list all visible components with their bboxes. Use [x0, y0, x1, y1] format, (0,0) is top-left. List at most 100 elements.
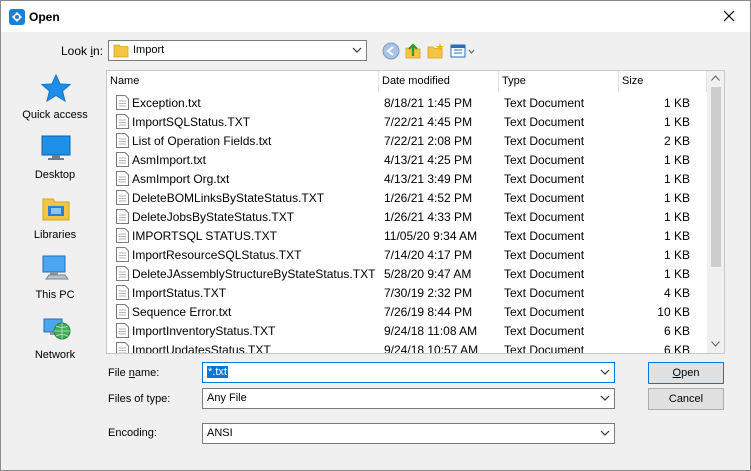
text-file-icon: [116, 95, 129, 110]
app-logo-icon: [9, 9, 25, 25]
place-network[interactable]: Network: [7, 307, 103, 365]
scroll-thumb[interactable]: [711, 87, 721, 267]
place-this-pc[interactable]: This PC: [7, 247, 103, 305]
file-size-cell: 1 KB: [663, 191, 690, 205]
file-type-cell: Text Document: [504, 96, 585, 110]
cancel-button[interactable]: Cancel: [648, 388, 724, 410]
folder-icon: [113, 44, 129, 58]
column-header-type[interactable]: Type: [499, 71, 619, 92]
file-name-label: File name:: [108, 367, 160, 379]
place-label: Quick access: [22, 109, 88, 121]
quick-access-star-icon: [40, 73, 72, 103]
text-file-icon: [116, 171, 129, 186]
file-type-cell: Text Document: [504, 343, 585, 354]
file-type-cell: Text Document: [504, 267, 585, 281]
close-button[interactable]: [713, 3, 745, 29]
file-row[interactable]: ImportUpdatesStatus.TXT 9/24/18 10:57 AM T…: [107, 340, 707, 354]
encoding-dropdown[interactable]: ANSI: [202, 423, 615, 444]
chevron-down-icon[interactable]: [600, 368, 610, 376]
vertical-scrollbar[interactable]: [707, 71, 724, 353]
file-row[interactable]: DeleteJobsByStateStatus.TXT 1/26/21 4:33 …: [107, 207, 707, 226]
file-row[interactable]: DeleteBOMLinksByStateStatus.TXT 1/26/21 4…: [107, 188, 707, 207]
file-type-cell: Text Document: [504, 229, 585, 243]
view-menu-icon[interactable]: [450, 42, 476, 60]
scroll-up-arrow-icon[interactable]: [711, 75, 720, 81]
open-dialog: Open Look in: Import Quick access Deskto…: [0, 0, 751, 471]
file-row[interactable]: ImportInventoryStatus.TXT 9/24/18 11:08 A…: [107, 321, 707, 340]
column-header-date-modified[interactable]: Date modified: [379, 71, 499, 92]
file-name-cell: ImportResourceSQLStatus.TXT: [132, 248, 302, 262]
file-date-cell: 1/26/21 4:52 PM: [384, 191, 473, 205]
open-button[interactable]: Open: [648, 362, 724, 384]
place-label: This PC: [35, 289, 75, 301]
file-name-cell: ImportUpdatesStatus.TXT: [132, 343, 271, 354]
files-of-type-dropdown[interactable]: Any File: [202, 388, 615, 409]
text-file-icon: [116, 342, 129, 353]
up-folder-icon[interactable]: [404, 42, 422, 60]
file-row[interactable]: List of Operation Fields.txt 7/22/21 2:08…: [107, 131, 707, 150]
back-icon[interactable]: [382, 42, 400, 60]
file-type-cell: Text Document: [504, 153, 585, 167]
text-file-icon: [116, 228, 129, 243]
file-date-cell: 7/22/21 4:45 PM: [384, 115, 473, 129]
file-row[interactable]: AsmImport Org.txt 4/13/21 3:49 PM Text Doc…: [107, 169, 707, 188]
chevron-down-icon: [600, 430, 610, 436]
chevron-down-icon: [600, 395, 610, 401]
chevron-down-icon: [352, 47, 362, 53]
file-date-cell: 9/24/18 11:08 AM: [384, 324, 478, 338]
file-name-cell: Exception.txt: [132, 96, 201, 110]
text-file-icon: [116, 247, 129, 262]
text-file-icon: [116, 266, 129, 281]
file-row[interactable]: AsmImport.txt 4/13/21 4:25 PM Text Documen…: [107, 150, 707, 169]
encoding-label: Encoding:: [108, 427, 157, 439]
look-in-label: Look in:: [61, 44, 104, 58]
file-type-cell: Text Document: [504, 324, 585, 338]
network-icon: [43, 318, 71, 340]
file-list[interactable]: Name Date modified Type Size Exception.t…: [106, 70, 725, 354]
file-row[interactable]: ImportSQLStatus.TXT 7/22/21 4:45 PM Text D…: [107, 112, 707, 131]
file-size-cell: 4 KB: [663, 286, 690, 300]
file-row[interactable]: ImportStatus.TXT 7/30/19 2:32 PM Text Docu…: [107, 283, 707, 302]
file-type-cell: Text Document: [504, 191, 585, 205]
file-type-cell: Text Document: [504, 172, 585, 186]
column-header-size[interactable]: Size: [619, 71, 707, 92]
place-label: Libraries: [33, 229, 77, 241]
place-quick-access[interactable]: Quick access: [7, 67, 103, 125]
file-row[interactable]: Sequence Error.txt 7/26/19 8:44 PM Text Do…: [107, 302, 707, 321]
file-date-cell: 1/26/21 4:33 PM: [384, 210, 473, 224]
place-libraries[interactable]: Libraries: [7, 187, 103, 245]
window-title: Open: [29, 10, 60, 24]
file-row[interactable]: Exception.txt 8/18/21 1:45 PM Text Documen…: [107, 93, 707, 112]
file-row[interactable]: DeleteJAssemblyStructureByStateStatus.TX…: [107, 264, 707, 283]
file-size-cell: 1 KB: [663, 229, 690, 243]
new-folder-icon[interactable]: [427, 42, 445, 60]
places-bar: Quick access Desktop Libraries This PC N…: [7, 67, 103, 367]
file-name-input[interactable]: *.txt: [202, 362, 615, 383]
text-file-icon: [116, 323, 129, 338]
look-in-dropdown[interactable]: Import: [108, 40, 367, 61]
file-date-cell: 7/30/19 2:32 PM: [384, 286, 473, 300]
file-name-cell: ImportInventoryStatus.TXT: [132, 324, 276, 338]
file-row[interactable]: ImportResourceSQLStatus.TXT 7/14/20 4:17 …: [107, 245, 707, 264]
file-date-cell: 7/22/21 2:08 PM: [384, 134, 473, 148]
file-size-cell: 1 KB: [663, 96, 690, 110]
file-name-cell: DeleteBOMLinksByStateStatus.TXT: [132, 191, 325, 205]
scroll-down-arrow-icon[interactable]: [711, 341, 720, 347]
file-type-cell: Text Document: [504, 115, 585, 129]
file-date-cell: 9/24/18 10:57 AM: [384, 343, 479, 354]
text-file-icon: [116, 285, 129, 300]
file-date-cell: 8/18/21 1:45 PM: [384, 96, 473, 110]
place-desktop[interactable]: Desktop: [7, 127, 103, 185]
files-of-type-value: Any File: [207, 392, 247, 404]
title-bar: Open: [1, 1, 750, 32]
file-row[interactable]: IMPORTSQL STATUS.TXT 11/05/20 9:34 AM Text…: [107, 226, 707, 245]
this-pc-icon: [42, 255, 69, 280]
file-name-cell: ImportSQLStatus.TXT: [132, 115, 251, 129]
text-file-icon: [116, 114, 129, 129]
libraries-icon: [42, 198, 70, 221]
file-type-cell: Text Document: [504, 305, 585, 319]
column-header-name[interactable]: Name: [107, 71, 379, 92]
file-type-cell: Text Document: [504, 134, 585, 148]
file-name-cell: AsmImport Org.txt: [132, 172, 230, 186]
look-in-value: Import: [133, 44, 165, 56]
